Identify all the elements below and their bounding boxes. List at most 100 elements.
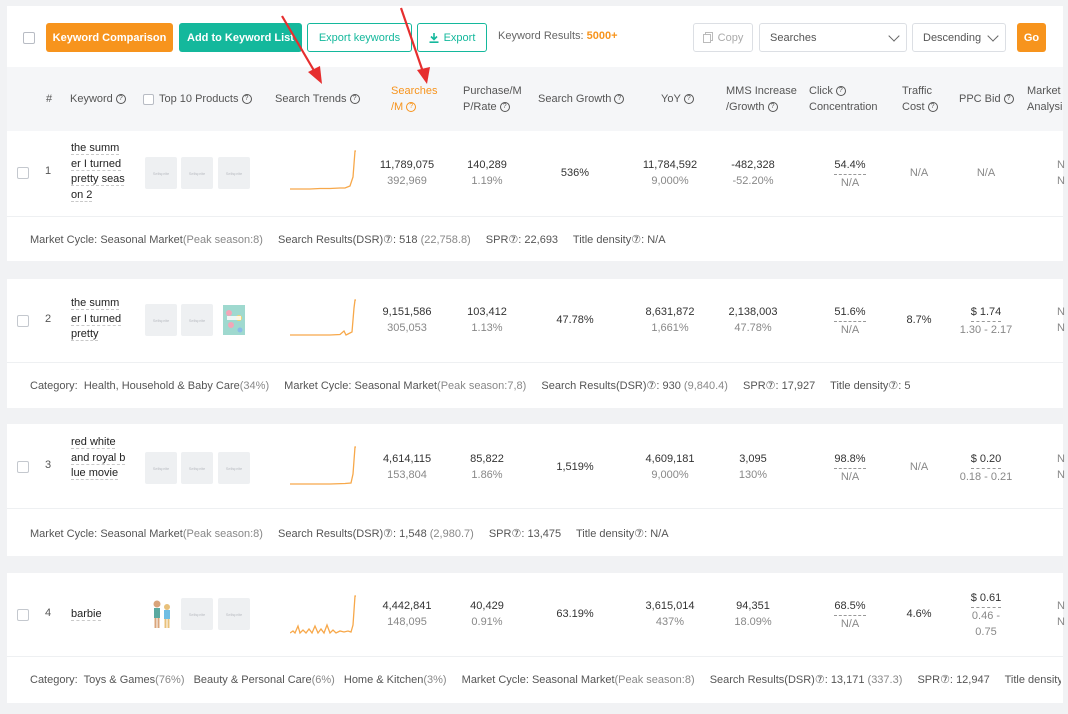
ppc-bid-cell[interactable]: $ 0.61 0.46 - 0.75 bbox=[953, 590, 1019, 640]
detail-extra: (Peak season:8) bbox=[182, 528, 263, 540]
detail-value: Home & Kitchen bbox=[343, 674, 424, 686]
column-purchase[interactable]: Purchase/M P/Rate? bbox=[463, 67, 533, 131]
column-search-growth[interactable]: Search Growth? bbox=[538, 67, 625, 131]
column-click-concentration[interactable]: Click? Concentration bbox=[809, 67, 889, 131]
search-trend-sparkline[interactable] bbox=[290, 444, 358, 486]
product-thumbnail[interactable] bbox=[218, 304, 250, 336]
question-circle-icon[interactable]: ? bbox=[835, 86, 846, 97]
product-thumbnail[interactable]: Sellsprite bbox=[145, 452, 177, 484]
click-sub: N/A bbox=[840, 324, 860, 336]
purchase-cell: 40,429 0.91% bbox=[457, 598, 517, 630]
export-keywords-button[interactable]: Export keywords bbox=[307, 23, 412, 52]
column-yoy[interactable]: YoY? bbox=[661, 67, 694, 131]
column-market-analysis[interactable]: Market Analysi bbox=[1027, 67, 1067, 131]
purchase-rate: 0.91% bbox=[471, 616, 503, 628]
searches-sub: 392,969 bbox=[387, 175, 427, 187]
click-concentration-cell[interactable]: 68.5% N/A bbox=[825, 598, 875, 632]
mms-growth: 47.78% bbox=[734, 322, 772, 334]
product-thumbnail[interactable]: Sellsprite bbox=[181, 304, 213, 336]
column-mms[interactable]: MMS Increase /Growth? bbox=[726, 67, 806, 131]
product-thumbnail[interactable]: Sellsprite bbox=[145, 304, 177, 336]
question-circle-icon[interactable]: ? bbox=[499, 102, 510, 113]
product-thumbnail[interactable]: Sellsprite bbox=[181, 452, 213, 484]
question-circle-icon[interactable]: ? bbox=[927, 102, 938, 113]
copy-button[interactable]: Copy bbox=[693, 23, 753, 52]
market-a: N bbox=[1057, 306, 1065, 318]
question-circle-icon[interactable]: ? bbox=[349, 94, 360, 104]
keyword-link[interactable]: red white and royal b lue movie bbox=[71, 435, 129, 482]
book-cover-image bbox=[223, 305, 245, 335]
column-top10-label: Top 10 Products bbox=[159, 93, 239, 105]
question-circle-icon[interactable]: ? bbox=[406, 102, 417, 113]
top10-checkbox[interactable] bbox=[143, 93, 154, 105]
question-circle-icon[interactable]: ? bbox=[614, 94, 625, 104]
download-icon bbox=[429, 32, 439, 43]
add-to-keyword-list-button[interactable]: Add to Keyword List bbox=[179, 23, 302, 52]
product-thumbnail[interactable]: Sellsprite bbox=[218, 452, 250, 484]
column-keyword[interactable]: Keyword? bbox=[70, 67, 126, 131]
row-checkbox[interactable] bbox=[17, 609, 29, 621]
row-checkbox[interactable] bbox=[17, 167, 29, 179]
keyword-link[interactable]: the summ er I turned pretty bbox=[71, 296, 129, 343]
click-sub: N/A bbox=[840, 177, 860, 189]
row-checkbox[interactable] bbox=[17, 461, 29, 473]
ppc-bid-cell[interactable]: $ 0.20 0.18 - 0.21 bbox=[953, 451, 1019, 485]
column-traffic-cost[interactable]: Traffic Cost? bbox=[902, 67, 942, 131]
ppc-bid-cell: N/A bbox=[976, 167, 996, 179]
click-concentration-cell[interactable]: 54.4% N/A bbox=[825, 157, 875, 191]
question-circle-icon[interactable]: ? bbox=[241, 94, 252, 104]
purchase-cell: 103,412 1.13% bbox=[457, 304, 517, 336]
keyword-comparison-button[interactable]: Keyword Comparison bbox=[46, 23, 173, 52]
column-search-trends[interactable]: Search Trends? bbox=[275, 67, 360, 131]
sort-field-select[interactable]: Searches bbox=[759, 23, 907, 52]
detail-label: Title density bbox=[1004, 674, 1061, 686]
product-thumbnail[interactable]: Sellsprite bbox=[145, 157, 177, 189]
keyword-line: the summ bbox=[71, 142, 120, 154]
sort-order-select[interactable]: Descending bbox=[912, 23, 1006, 52]
detail-value: 518 bbox=[399, 234, 418, 246]
go-button[interactable]: Go bbox=[1017, 23, 1046, 52]
search-trend-sparkline[interactable] bbox=[290, 149, 358, 191]
detail-value: 1,548 bbox=[399, 528, 427, 540]
product-thumbnail[interactable]: Sellsprite bbox=[218, 598, 250, 630]
column-ppc-bid[interactable]: PPC Bid? bbox=[959, 67, 1014, 131]
question-circle-icon[interactable]: ? bbox=[1003, 94, 1014, 104]
question-circle-icon[interactable]: ? bbox=[683, 94, 694, 104]
column-yoy-label: YoY bbox=[661, 93, 681, 105]
chevron-down-icon bbox=[888, 30, 900, 42]
yoy-sub: 437% bbox=[655, 616, 685, 628]
select-all-checkbox[interactable] bbox=[23, 32, 35, 44]
searches-sub: 148,095 bbox=[387, 616, 427, 628]
search-trend-sparkline[interactable] bbox=[290, 593, 358, 635]
export-button[interactable]: Export bbox=[417, 23, 487, 52]
question-circle-icon[interactable]: ? bbox=[115, 94, 126, 104]
detail-extra: (Peak season:7,8) bbox=[437, 380, 527, 392]
click-concentration-cell[interactable]: 51.6% N/A bbox=[825, 304, 875, 338]
mms-cell: 94,351 18.09% bbox=[721, 598, 785, 630]
mms-growth: 130% bbox=[738, 469, 768, 481]
detail-value: Toys & Games bbox=[83, 674, 156, 686]
row-checkbox[interactable] bbox=[17, 315, 29, 327]
product-thumbnail[interactable]: Sellsprite bbox=[181, 157, 213, 189]
product-thumbnail[interactable]: Sellsprite bbox=[181, 598, 213, 630]
row-details: Category: Toys & Games(76%) Beauty & Per… bbox=[30, 673, 1061, 686]
product-thumbnail[interactable] bbox=[145, 598, 177, 630]
column-searches-unit: /M bbox=[391, 101, 404, 113]
column-purchase-label: Purchase/M bbox=[463, 85, 522, 97]
column-search-trends-label: Search Trends bbox=[275, 93, 347, 105]
market-a: N bbox=[1057, 600, 1065, 612]
click-concentration-cell[interactable]: 98.8% N/A bbox=[825, 451, 875, 485]
column-searches[interactable]: Searches /M? bbox=[391, 67, 437, 131]
sort-order-value: Descending bbox=[923, 31, 982, 44]
question-circle-icon[interactable]: ? bbox=[767, 102, 778, 113]
keyword-link[interactable]: barbie bbox=[71, 607, 129, 623]
search-growth-cell: 1,519% bbox=[556, 461, 594, 473]
traffic-cost-cell: 4.6% bbox=[906, 608, 932, 620]
purchase-value: 140,289 bbox=[467, 159, 507, 171]
product-thumbnail[interactable]: Sellsprite bbox=[218, 157, 250, 189]
ppc-bid-cell[interactable]: $ 1.74 1.30 - 2.17 bbox=[953, 304, 1019, 338]
mms-growth: -52.20% bbox=[732, 175, 774, 187]
search-trend-sparkline[interactable] bbox=[290, 298, 358, 338]
column-search-growth-label: Search Growth bbox=[538, 93, 612, 105]
keyword-link[interactable]: the summ er I turned pretty seas on 2 bbox=[71, 141, 129, 203]
